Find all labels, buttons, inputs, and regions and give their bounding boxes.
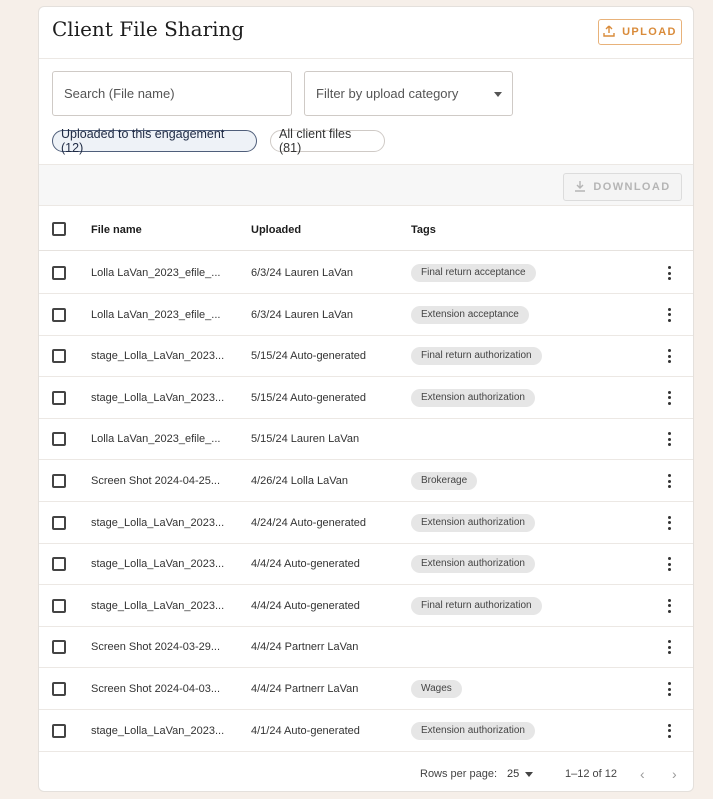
table-row[interactable]: Lolla LaVan_2023_efile_... 6/3/24 Lauren …: [39, 294, 693, 336]
table-row[interactable]: Screen Shot 2024-04-03... 4/4/24 Partnerr…: [39, 668, 693, 710]
card-header: Client File Sharing UPLOAD: [39, 7, 693, 59]
tag-badge: Extension authorization: [411, 721, 535, 740]
table-header: File name Uploaded Tags: [39, 208, 693, 251]
page-title: Client File Sharing: [52, 17, 245, 41]
table-row[interactable]: stage_Lolla_LaVan_2023... 4/4/24 Auto-gen…: [39, 543, 693, 586]
more-vertical-icon[interactable]: [663, 390, 675, 405]
file-name-cell[interactable]: Screen Shot 2024-04-25...: [91, 475, 220, 487]
file-name-cell[interactable]: stage_Lolla_LaVan_2023...: [91, 600, 224, 612]
table-row[interactable]: stage_Lolla_LaVan_2023... 4/1/24 Auto-gen…: [39, 710, 693, 752]
table-row[interactable]: stage_Lolla_LaVan_2023... 4/4/24 Auto-gen…: [39, 585, 693, 627]
rows-per-page-label: Rows per page:: [420, 768, 498, 780]
uploaded-cell: 4/24/24 Auto-generated: [251, 516, 366, 529]
filter-placeholder: Filter by upload category: [316, 86, 459, 101]
column-file-name[interactable]: File name: [91, 224, 142, 236]
tag-badge: Extension authorization: [411, 555, 535, 574]
uploaded-cell: 6/3/24 Lauren LaVan: [251, 267, 353, 279]
rows-per-page-select[interactable]: 25: [507, 768, 534, 780]
download-button-label: DOWNLOAD: [593, 181, 671, 193]
chip-all-client-files[interactable]: All client files (81): [270, 127, 385, 155]
file-name-cell[interactable]: stage_Lolla_LaVan_2023...: [91, 558, 224, 570]
table-pagination: Rows per page: 25 1–12 of 12 ‹ ›: [39, 759, 693, 791]
chevron-down-icon: [494, 92, 502, 97]
upload-category-filter[interactable]: Filter by upload category: [304, 71, 513, 116]
table-row[interactable]: Screen Shot 2024-04-25... 4/26/24 Lolla L…: [39, 460, 693, 502]
file-name-cell[interactable]: stage_Lolla_LaVan_2023...: [91, 392, 224, 404]
row-checkbox[interactable]: [52, 723, 66, 738]
row-checkbox[interactable]: [52, 515, 66, 530]
upload-icon: [603, 25, 615, 40]
row-checkbox[interactable]: [52, 598, 66, 613]
file-name-cell[interactable]: Screen Shot 2024-03-29...: [91, 641, 220, 653]
more-vertical-icon[interactable]: [663, 557, 675, 572]
more-vertical-icon[interactable]: [663, 723, 675, 738]
more-vertical-icon[interactable]: [663, 307, 675, 322]
file-name-cell[interactable]: Lolla LaVan_2023_efile_...: [91, 433, 220, 445]
file-name-cell[interactable]: stage_Lolla_LaVan_2023...: [91, 350, 224, 362]
tag-badge: Final return acceptance: [411, 264, 536, 282]
file-name-cell[interactable]: Screen Shot 2024-04-03...: [91, 683, 220, 695]
table-toolbar: DOWNLOAD: [39, 164, 693, 206]
chip-engagement-files[interactable]: Uploaded to this engagement (12): [52, 127, 257, 155]
more-vertical-icon[interactable]: [663, 598, 675, 613]
table-row[interactable]: Screen Shot 2024-03-29... 4/4/24 Partnerr…: [39, 626, 693, 669]
search-input[interactable]: [52, 71, 292, 116]
uploaded-cell: 6/3/24 Lauren LaVan: [251, 308, 353, 321]
more-vertical-icon[interactable]: [663, 640, 675, 655]
tag-badge: Final return authorization: [411, 596, 542, 615]
table-row[interactable]: stage_Lolla_LaVan_2023... 4/24/24 Auto-ge…: [39, 502, 693, 544]
download-button[interactable]: DOWNLOAD: [563, 173, 682, 201]
upload-button-label: UPLOAD: [622, 26, 677, 38]
uploaded-cell: 4/1/24 Auto-generated: [251, 724, 360, 737]
more-vertical-icon[interactable]: [663, 682, 675, 696]
chevron-down-icon: [525, 771, 534, 777]
table-row[interactable]: stage_Lolla_LaVan_2023... 5/15/24 Auto-ge…: [39, 377, 693, 419]
download-icon: [574, 180, 586, 195]
tag-badge: Extension authorization: [411, 388, 535, 407]
upload-button[interactable]: UPLOAD: [598, 19, 682, 45]
table-row[interactable]: stage_Lolla_LaVan_2023... 5/15/24 Auto-ge…: [39, 335, 693, 378]
uploaded-cell: 4/4/24 Auto-generated: [251, 558, 360, 571]
more-vertical-icon[interactable]: [663, 474, 675, 488]
row-checkbox[interactable]: [52, 640, 66, 655]
row-checkbox[interactable]: [52, 432, 66, 447]
row-checkbox[interactable]: [52, 266, 66, 280]
column-tags: Tags: [411, 224, 436, 236]
file-name-cell[interactable]: stage_Lolla_LaVan_2023...: [91, 517, 224, 529]
uploaded-cell: 5/15/24 Lauren LaVan: [251, 433, 360, 446]
uploaded-cell: 5/15/24 Auto-generated: [251, 350, 366, 363]
row-checkbox[interactable]: [52, 307, 66, 322]
more-vertical-icon[interactable]: [663, 515, 675, 530]
table-row[interactable]: Lolla LaVan_2023_efile_... 6/3/24 Lauren …: [39, 252, 693, 294]
chevron-right-icon[interactable]: ›: [672, 766, 677, 782]
row-checkbox[interactable]: [52, 682, 66, 696]
more-vertical-icon[interactable]: [663, 432, 675, 447]
more-vertical-icon[interactable]: [663, 266, 675, 280]
select-all-checkbox[interactable]: [52, 222, 66, 236]
file-name-cell[interactable]: stage_Lolla_LaVan_2023...: [91, 725, 224, 737]
file-name-cell[interactable]: Lolla LaVan_2023_efile_...: [91, 309, 220, 321]
uploaded-cell: 4/4/24 Partnerr LaVan: [251, 641, 359, 654]
chevron-left-icon[interactable]: ‹: [640, 766, 645, 782]
tag-badge: Brokerage: [411, 472, 478, 490]
tag-badge: Extension acceptance: [411, 305, 529, 324]
rows-per-page-value: 25: [507, 768, 520, 780]
file-sharing-card: Client File Sharing UPLOAD Filter by upl…: [38, 6, 694, 792]
uploaded-cell: 4/4/24 Partnerr LaVan: [251, 683, 359, 695]
uploaded-cell: 4/26/24 Lolla LaVan: [251, 475, 349, 487]
pagination-range: 1–12 of 12: [565, 768, 617, 780]
row-checkbox[interactable]: [52, 474, 66, 488]
tag-badge: Wages: [411, 680, 462, 698]
row-checkbox[interactable]: [52, 390, 66, 405]
uploaded-cell: 5/15/24 Auto-generated: [251, 391, 366, 404]
file-name-cell[interactable]: Lolla LaVan_2023_efile_...: [91, 267, 220, 279]
column-uploaded[interactable]: Uploaded: [251, 224, 301, 236]
more-vertical-icon[interactable]: [663, 349, 675, 364]
row-checkbox[interactable]: [52, 349, 66, 364]
row-checkbox[interactable]: [52, 557, 66, 572]
tag-badge: Extension authorization: [411, 513, 535, 532]
table-row[interactable]: Lolla LaVan_2023_efile_... 5/15/24 Lauren…: [39, 418, 693, 461]
uploaded-cell: 4/4/24 Auto-generated: [251, 599, 360, 612]
tag-badge: Final return authorization: [411, 347, 542, 366]
